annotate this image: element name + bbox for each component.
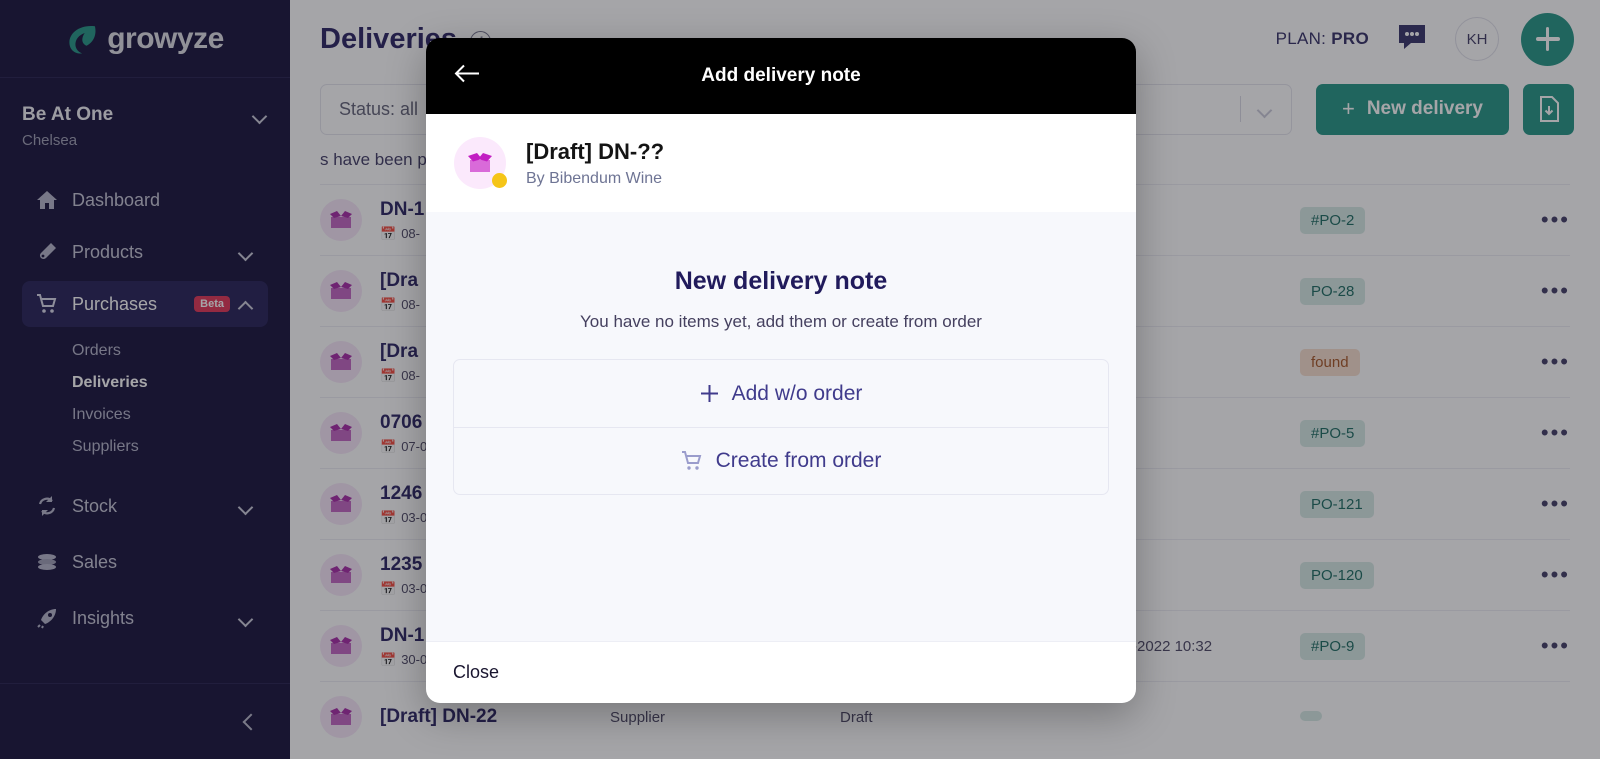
modal-body: New delivery note You have no items yet,… [426,212,1136,641]
arrow-left-icon[interactable] [454,64,480,89]
close-button[interactable]: Close [453,662,499,683]
add-without-order-label: Add w/o order [731,381,863,405]
add-delivery-note-modal: Add delivery note [Draft] DN-?? By Biben… [426,38,1136,703]
status-dot [492,173,507,188]
modal-footer: Close [426,641,1136,703]
add-without-order-button[interactable]: Add w/o order [454,360,1108,427]
modal-subheader: [Draft] DN-?? By Bibendum Wine [426,114,1136,212]
cart-icon [681,451,703,471]
modal-header: Add delivery note [426,38,1136,114]
empty-state-title: New delivery note [674,267,888,295]
create-from-order-button[interactable]: Create from order [454,427,1108,494]
open-box-icon [454,137,507,189]
create-from-order-label: Create from order [715,449,882,472]
plus-icon [700,384,719,403]
document-title: [Draft] DN-?? [526,138,665,164]
empty-state-subtitle: You have no items yet, add them or creat… [580,312,982,331]
modal-doc-info: [Draft] DN-?? By Bibendum Wine [526,139,664,188]
choice-group: Add w/o order Create from order [453,359,1109,495]
document-supplier: By Bibendum Wine [526,169,663,187]
modal-title: Add delivery note [701,65,861,86]
app-root: Deliveries i PLAN: PRO KH [0,0,1600,759]
